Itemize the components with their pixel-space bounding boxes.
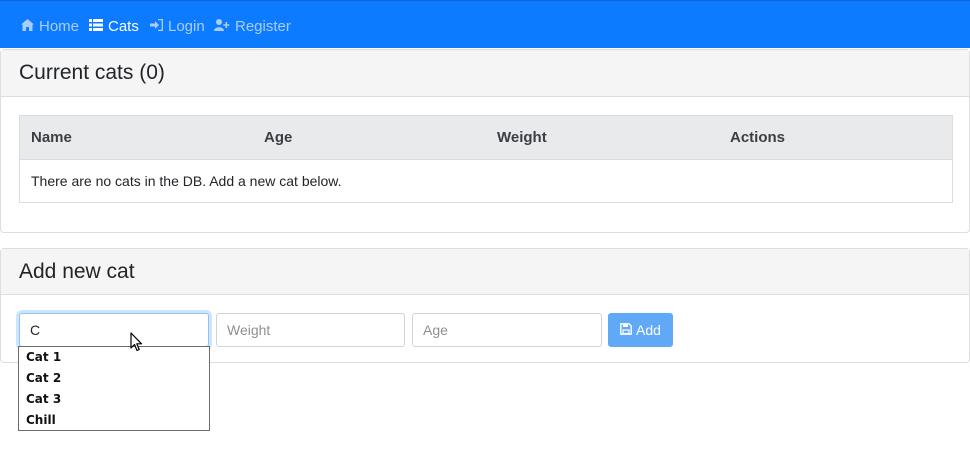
current-cats-card: Current cats (0) Name Age Weight Actions… (0, 49, 970, 233)
navbar: Home Cats Login Register (0, 0, 970, 48)
save-icon (620, 322, 636, 338)
sign-in-icon (150, 18, 168, 35)
cat-weight-input[interactable] (216, 313, 405, 347)
cats-table-header: Name Age Weight Actions (20, 116, 952, 160)
column-header-age: Age (264, 129, 293, 146)
autocomplete-option[interactable]: Cat 3 (26, 392, 61, 406)
nav-login-link[interactable]: Login (150, 16, 205, 36)
autocomplete-dropdown: Cat 1 Cat 2 Cat 3 Chill (18, 346, 210, 431)
home-icon (21, 18, 39, 35)
nav-register-label: Register (235, 17, 291, 35)
list-icon (89, 18, 108, 35)
mouse-pointer-icon (130, 332, 144, 357)
add-cat-title: Add new cat (19, 259, 135, 283)
column-header-name: Name (31, 129, 72, 146)
nav-register-link[interactable]: Register (214, 16, 291, 36)
cat-name-input[interactable] (19, 313, 209, 347)
nav-home-link[interactable]: Home (21, 16, 79, 36)
nav-home-label: Home (39, 17, 80, 35)
autocomplete-option[interactable]: Chill (26, 413, 56, 427)
empty-table-message: There are no cats in the DB. Add a new c… (31, 173, 342, 189)
column-header-actions: Actions (730, 129, 786, 146)
add-button-label: Add (636, 322, 661, 338)
column-header-weight: Weight (497, 129, 547, 146)
nav-cats-link[interactable]: Cats (89, 16, 139, 36)
nav-login-label: Login (168, 17, 205, 35)
cats-table: Name Age Weight Actions There are no cat… (19, 115, 953, 203)
autocomplete-option[interactable]: Cat 2 (26, 371, 61, 385)
current-cats-title: Current cats (0) (19, 61, 165, 84)
user-plus-icon (214, 18, 235, 35)
add-cat-header: Add new cat (1, 249, 969, 295)
current-cats-header: Current cats (0) (1, 50, 969, 97)
cat-age-input[interactable] (412, 313, 602, 347)
nav-cats-label: Cats (108, 17, 139, 35)
autocomplete-option[interactable]: Cat 1 (26, 350, 61, 364)
add-cat-button[interactable]: Add (608, 313, 673, 347)
